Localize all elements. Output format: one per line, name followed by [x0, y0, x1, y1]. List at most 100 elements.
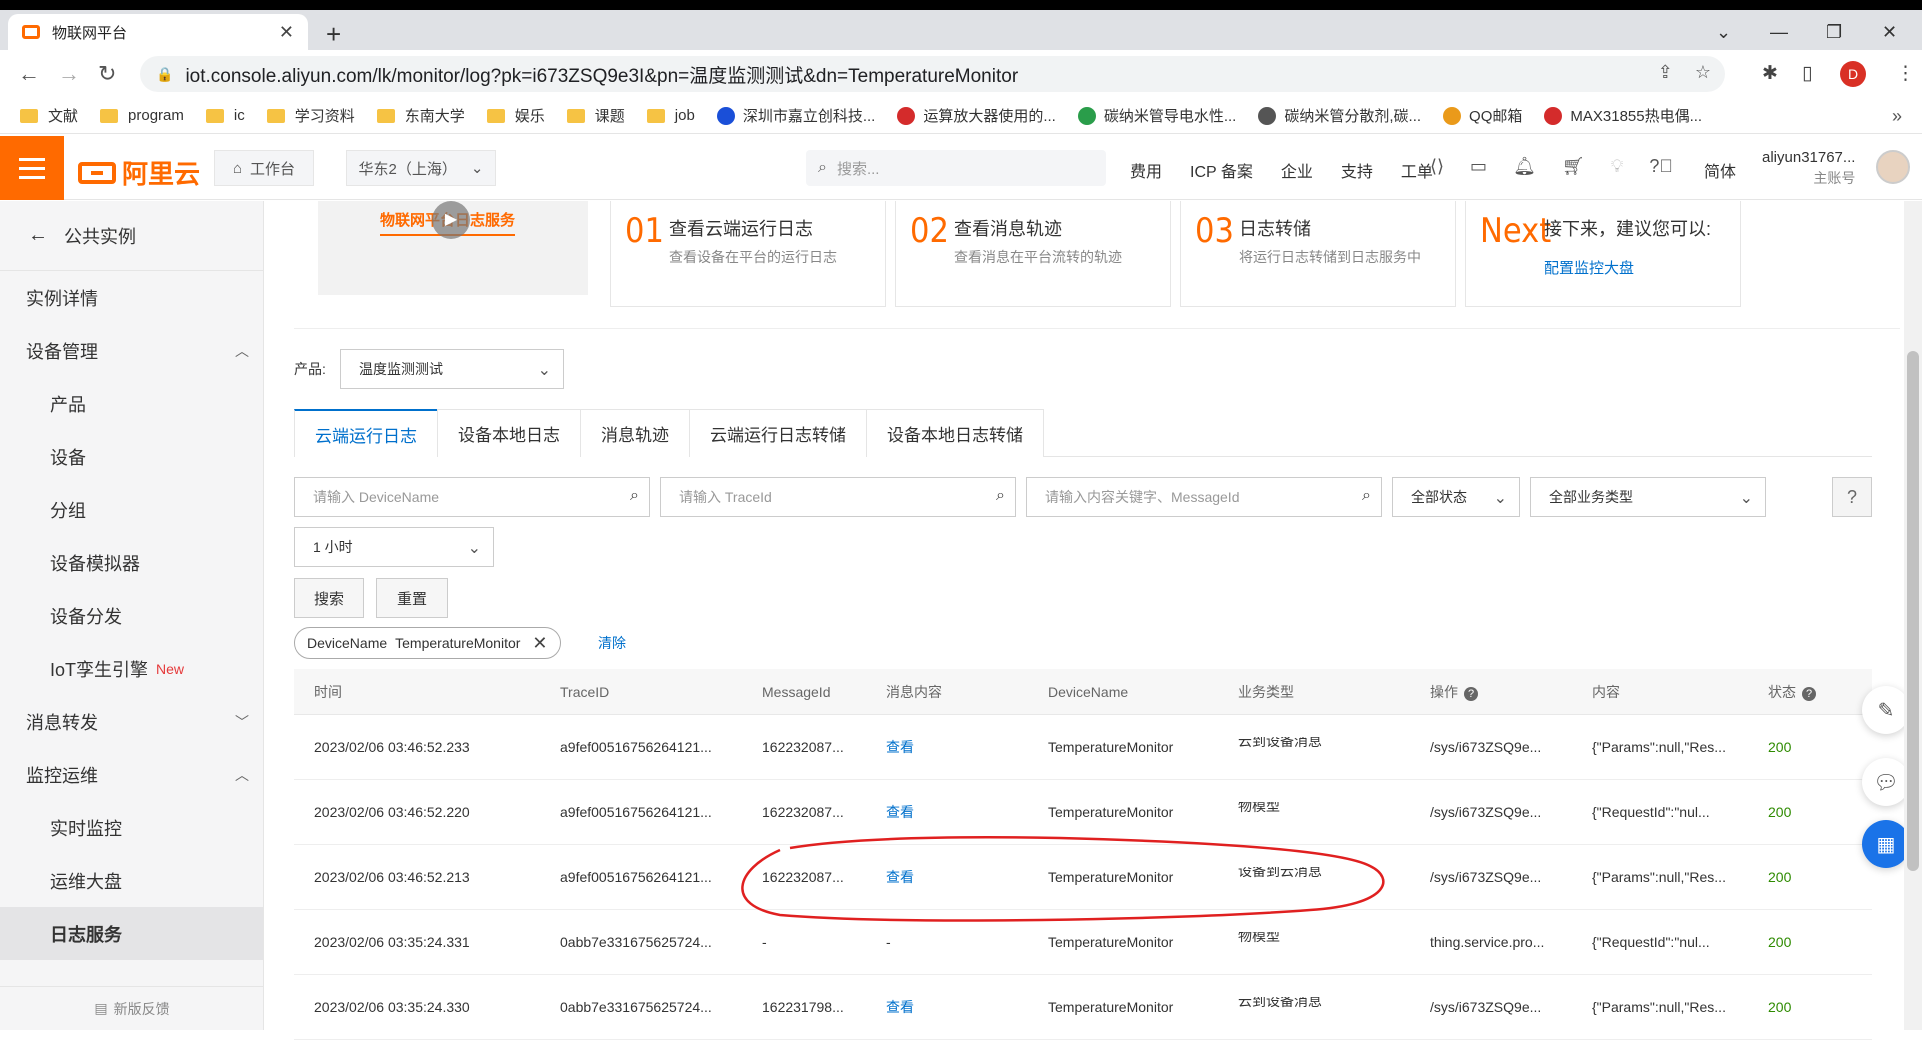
aliyun-logo[interactable]: 阿里云 — [78, 154, 200, 191]
bookmark-item[interactable]: ic — [205, 107, 245, 124]
apps-grid-icon[interactable]: ▦ — [1862, 820, 1910, 868]
top-link[interactable]: 工单 — [1401, 158, 1433, 182]
view-message-link[interactable]: 查看 — [886, 999, 914, 1015]
bookmark-item[interactable]: 深圳市嘉立创科技... — [716, 105, 875, 126]
restore-icon[interactable]: ❐ — [1826, 22, 1842, 43]
bookmark-item[interactable]: QQ邮箱 — [1443, 105, 1522, 126]
share-icon[interactable]: ⇪ — [1658, 62, 1673, 83]
top-link[interactable]: 费用 — [1130, 158, 1162, 182]
new-tab-icon[interactable]: + — [326, 21, 341, 47]
hamburger-menu-icon[interactable] — [0, 136, 64, 200]
sidebar-item[interactable]: 日志服务 — [0, 907, 263, 960]
traceid-input[interactable]: 请输入 TraceId ⌕ — [660, 477, 1016, 517]
clear-filters-link[interactable]: 清除 — [598, 633, 626, 653]
feedback-button[interactable]: ▤ 新版反馈 — [0, 986, 264, 1030]
sidebar-item[interactable]: 设备管理 ︿ — [0, 324, 263, 377]
sidebar-item[interactable]: 消息转发 ﹀ — [0, 695, 263, 748]
browser-menu-icon[interactable]: ⋮ — [1896, 62, 1915, 85]
bookmark-item[interactable]: 运算放大器使用的... — [897, 105, 1056, 126]
cart-icon[interactable]: 🛒︎ — [1562, 156, 1585, 177]
bookmark-item[interactable]: 碳纳米管导电水性... — [1077, 105, 1236, 126]
back-arrow-icon[interactable]: ← — [18, 61, 40, 87]
bookmark-item[interactable]: program — [100, 107, 184, 124]
side-panel-icon[interactable]: ▯ — [1802, 62, 1812, 85]
top-link[interactable]: 支持 — [1341, 158, 1373, 182]
sidebar-item[interactable]: 产品 — [0, 377, 263, 430]
scrollbar-thumb[interactable] — [1907, 351, 1919, 871]
sidebar-item[interactable]: 设备 — [0, 430, 263, 483]
bookmark-item[interactable]: 东南大学 — [376, 105, 465, 126]
help-question-icon[interactable]: ? — [1802, 686, 1816, 701]
edit-pencil-icon[interactable]: ✎ — [1862, 686, 1910, 734]
config-dashboard-link[interactable]: 配置监控大盘 — [1544, 257, 1634, 278]
close-window-icon[interactable]: ✕ — [1882, 22, 1897, 43]
log-tab[interactable]: 云端运行日志 — [294, 409, 438, 457]
bookmark-item[interactable]: 文献 — [20, 105, 78, 126]
address-bar[interactable]: 🔒 iot.console.aliyun.com/lk/monitor/log?… — [140, 56, 1725, 92]
chat-icon[interactable]: 💬︎ — [1862, 758, 1910, 806]
bookmark-star-icon[interactable]: ☆ — [1695, 62, 1711, 83]
intro-video[interactable]: 物联网平台日志服务 ▶ — [318, 201, 588, 295]
sidebar-item[interactable]: IoT孪生引擎 New — [0, 642, 263, 695]
guide-step-2[interactable]: 02 查看消息轨迹 查看消息在平台流转的轨迹 — [895, 201, 1171, 307]
time-range-select[interactable]: 1 小时 ⌄ — [294, 527, 494, 567]
code-icon[interactable]: ⟨⟩ — [1430, 156, 1444, 177]
lightbulb-icon[interactable]: 💡︎ — [1611, 156, 1624, 177]
search-icon[interactable]: ⌕ — [1362, 487, 1371, 505]
page-scrollbar[interactable] — [1904, 201, 1922, 1030]
sidebar-item[interactable]: 设备分发 — [0, 589, 263, 642]
search-icon[interactable]: ⌕ — [996, 487, 1005, 505]
devicename-input[interactable]: 请输入 DeviceName ⌕ — [294, 477, 650, 517]
sidebar-item[interactable]: 运维大盘 — [0, 854, 263, 907]
remove-chip-icon[interactable]: ✕ — [532, 633, 547, 654]
log-tab[interactable]: 云端运行日志转储 — [689, 409, 867, 457]
bookmark-item[interactable]: 娱乐 — [486, 105, 545, 126]
sidebar-item[interactable]: 分组 — [0, 483, 263, 536]
keyword-input[interactable]: 请输入内容关键字、MessageId ⌕ — [1026, 477, 1382, 517]
search-button[interactable]: 搜索 — [294, 578, 364, 618]
play-icon[interactable]: ▶ — [432, 201, 470, 239]
console-search-input[interactable]: ⌕ 搜索... — [806, 150, 1106, 186]
status-select[interactable]: 全部状态 ⌄ — [1392, 477, 1520, 517]
bookmark-item[interactable]: MAX31855热电偶... — [1544, 105, 1702, 126]
extensions-puzzle-icon[interactable]: ✱ — [1762, 62, 1778, 85]
reload-icon[interactable]: ↻ — [98, 61, 116, 87]
sidebar-item[interactable]: 实例详情 — [0, 271, 263, 324]
product-select[interactable]: 温度监测测试 ⌄ — [340, 349, 564, 389]
view-message-link[interactable]: 查看 — [886, 804, 914, 820]
bookmark-item[interactable]: job — [646, 107, 695, 124]
bell-icon[interactable]: 🔔︎ — [1513, 156, 1536, 177]
profile-avatar[interactable]: D — [1840, 61, 1866, 87]
help-question-icon[interactable]: ? — [1464, 686, 1478, 701]
view-message-link[interactable]: 查看 — [886, 869, 914, 885]
close-tab-icon[interactable]: ✕ — [279, 22, 294, 43]
sidebar-item[interactable]: 设备模拟器 — [0, 536, 263, 589]
bookmark-item[interactable]: 学习资料 — [266, 105, 355, 126]
browser-tab[interactable]: 物联网平台 ✕ — [8, 14, 308, 50]
help-icon[interactable]: ?⃝ — [1649, 156, 1673, 177]
log-tab[interactable]: 消息轨迹 — [580, 409, 690, 457]
more-bookmarks-icon[interactable]: » — [1892, 106, 1902, 127]
tab-search-chevron-icon[interactable]: ⌄ — [1716, 22, 1731, 43]
view-message-link[interactable]: 查看 — [886, 739, 914, 755]
top-link[interactable]: ICP 备案 — [1190, 158, 1253, 182]
biztype-select[interactable]: 全部业务类型 ⌄ — [1530, 477, 1766, 517]
log-tab[interactable]: 设备本地日志转储 — [866, 409, 1044, 457]
guide-step-1[interactable]: 01 查看云端运行日志 查看设备在平台的运行日志 — [610, 201, 886, 307]
guide-step-3[interactable]: 03 日志转储 将运行日志转储到日志服务中 — [1180, 201, 1456, 307]
sidebar-item[interactable]: 实时监控 — [0, 801, 263, 854]
log-tab[interactable]: 设备本地日志 — [437, 409, 581, 457]
language-switch[interactable]: 简体 — [1704, 158, 1736, 182]
help-question-icon[interactable]: ? — [1832, 477, 1872, 517]
workbench-button[interactable]: ⌂ 工作台 — [214, 150, 314, 186]
minimize-icon[interactable]: — — [1770, 22, 1788, 43]
avatar[interactable] — [1876, 150, 1910, 184]
forward-arrow-icon[interactable]: → — [58, 61, 80, 87]
bookmark-item[interactable]: 课题 — [566, 105, 625, 126]
back-to-public-instance[interactable]: ← 公共实例 — [0, 201, 263, 271]
region-select[interactable]: 华东2（上海） ⌄ — [346, 150, 496, 186]
reset-button[interactable]: 重置 — [376, 578, 448, 618]
lock-icon[interactable]: 🔒 — [156, 66, 173, 83]
terminal-icon[interactable]: ▭ — [1470, 156, 1487, 177]
bookmark-item[interactable]: 碳纳米管分散剂,碳... — [1258, 105, 1421, 126]
